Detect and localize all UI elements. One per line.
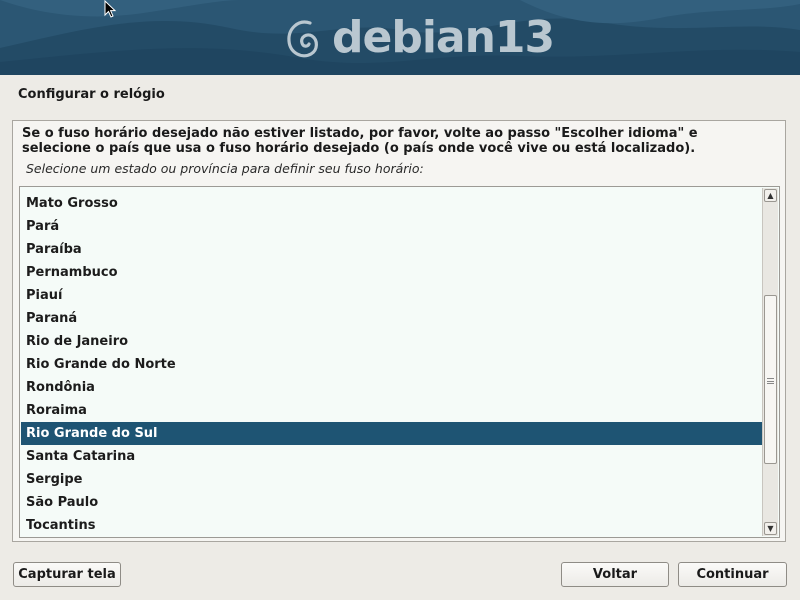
scroll-down-arrow-icon[interactable]: ▼: [764, 522, 777, 535]
list-item[interactable]: Tocantins: [21, 514, 762, 537]
list-item[interactable]: Pará: [21, 215, 762, 238]
scroll-up-arrow-icon[interactable]: ▲: [764, 189, 777, 202]
list-item-selected[interactable]: Rio Grande do Sul: [21, 422, 762, 445]
list-item[interactable]: Mato Grosso: [21, 192, 762, 215]
debian-wordmark: debian13: [332, 12, 555, 63]
list-item[interactable]: Rio de Janeiro: [21, 330, 762, 353]
list-item[interactable]: Paraná: [21, 307, 762, 330]
page-title: Configurar o relógio: [18, 87, 165, 102]
list-item[interactable]: Paraíba: [21, 238, 762, 261]
banner: debian13: [0, 0, 800, 75]
list-item[interactable]: São Paulo: [21, 491, 762, 514]
list-item[interactable]: Roraima: [21, 399, 762, 422]
list-item[interactable]: Pernambuco: [21, 261, 762, 284]
scrollbar-thumb[interactable]: [764, 295, 777, 464]
list-prompt: Selecione um estado ou província para de…: [26, 161, 424, 176]
list-scrollbar[interactable]: ▲ ▼: [762, 188, 778, 536]
continue-button[interactable]: Continuar: [678, 562, 787, 587]
debian-logo: debian13: [284, 10, 555, 66]
scrollbar-grip-icon: [767, 378, 774, 384]
back-button[interactable]: Voltar: [561, 562, 669, 587]
timezone-list[interactable]: Mato Grosso Pará Paraíba Pernambuco Piauí Par…: [19, 186, 780, 538]
list-item[interactable]: Rondônia: [21, 376, 762, 399]
instructions-text: Se o fuso horário desejado não estiver l…: [22, 126, 698, 156]
debian-swirl-icon: [287, 20, 318, 58]
list-item[interactable]: Santa Catarina: [21, 445, 762, 468]
screenshot-button[interactable]: Capturar tela: [13, 562, 121, 587]
list-item[interactable]: Sergipe: [21, 468, 762, 491]
mouse-pointer-icon: [104, 0, 117, 18]
list-item[interactable]: Rio Grande do Norte: [21, 353, 762, 376]
list-item[interactable]: Piauí: [21, 284, 762, 307]
